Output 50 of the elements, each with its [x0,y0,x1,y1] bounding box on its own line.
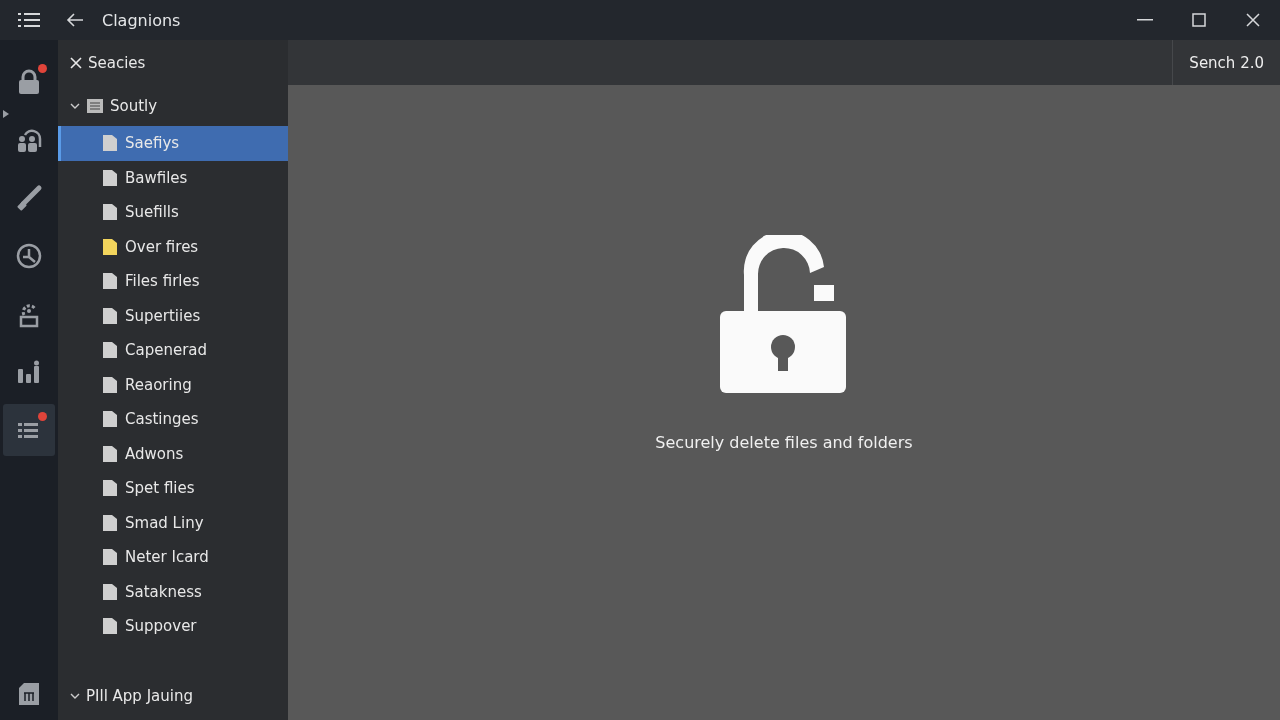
clock-icon [15,242,43,270]
file-icon [103,204,117,221]
tree-item[interactable]: Saefiys [58,126,288,161]
tree-item[interactable]: Adwons [58,436,288,471]
tree-item[interactable]: Smad Liny [58,505,288,540]
maximize-icon [1192,13,1206,27]
tree-group[interactable]: Soutly [58,86,288,126]
file-icon [103,376,117,393]
file-icon [103,307,117,324]
file-icon [103,342,117,359]
window-title: Clagnions [102,10,181,30]
file-icon [103,618,117,635]
file-icon [103,549,117,566]
tree-item[interactable]: Castinges [58,402,288,437]
unlocked-padlock-icon [720,235,848,395]
chevron-icon [70,103,80,109]
tree-item[interactable]: Neter Icard [58,540,288,575]
file-icon [103,514,117,531]
tree-item[interactable]: Reaoring [58,367,288,402]
tree-item[interactable]: Over fires [58,229,288,264]
document-icon [86,98,104,114]
chevron-icon [70,693,80,699]
menu-icon[interactable] [18,11,40,29]
panel-title: Seacies [88,54,146,72]
wrench-icon [15,184,43,212]
tree-item[interactable]: Suppover [58,609,288,644]
tree-item[interactable]: Files firles [58,264,288,299]
file-icon [103,273,117,290]
minimize-icon [1137,19,1153,21]
tree-item[interactable]: Bawfiles [58,160,288,195]
folder-icon [103,238,117,255]
file-icon [103,445,117,462]
close-icon [1246,13,1260,27]
nav-button[interactable] [3,404,55,456]
tree-item[interactable]: Capenerad [58,333,288,368]
tree-item[interactable]: Spet flies [58,471,288,506]
file-icon [103,480,117,497]
file-icon [103,169,117,186]
tree-group[interactable]: PIll App Jauing [58,676,288,716]
tree-item[interactable]: Satakness [58,574,288,609]
version-label: Sench 2.0 [1172,40,1280,85]
tree-item[interactable]: Suefills [58,195,288,230]
back-icon[interactable] [66,13,84,27]
expand-arrow-icon[interactable] [3,110,9,118]
file-icon [103,411,117,428]
file-icon [103,135,117,152]
file-icon [103,583,117,600]
empty-state-message: Securely delete files and folders [655,433,913,452]
tree-item[interactable]: Supertiies [58,298,288,333]
close-icon[interactable] [70,57,82,69]
